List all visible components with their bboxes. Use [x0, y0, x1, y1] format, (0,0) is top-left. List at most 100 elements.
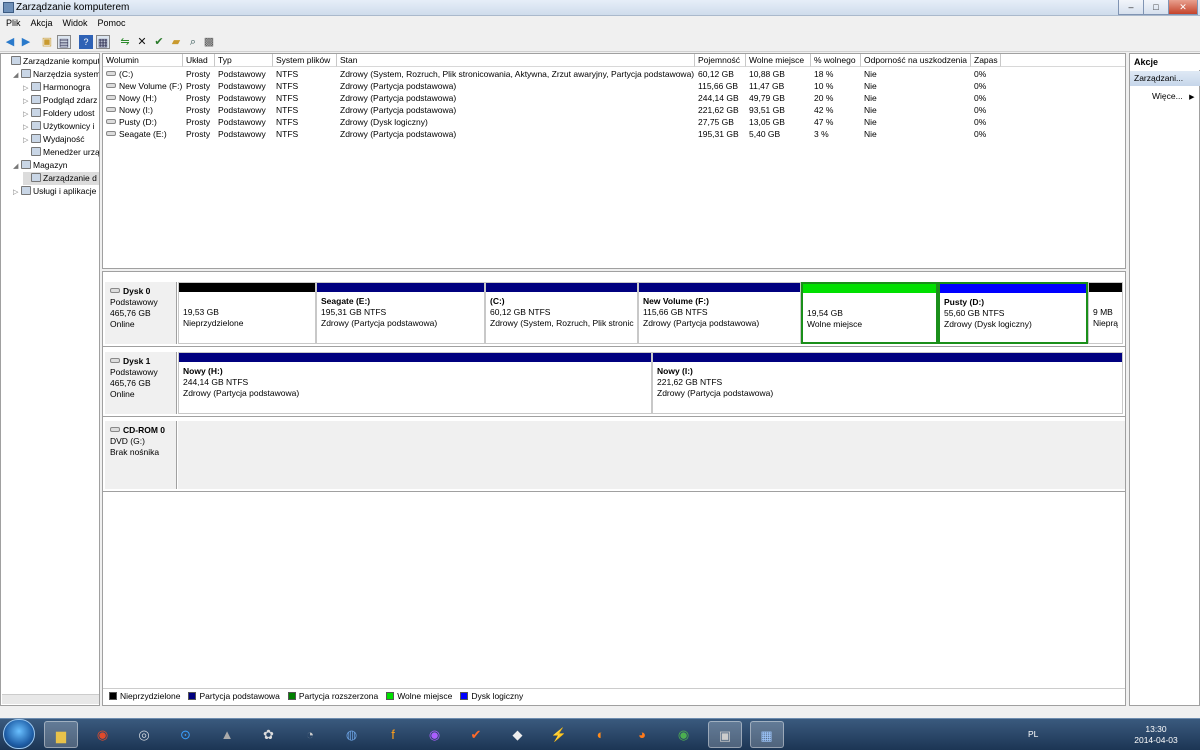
disk-label[interactable]: CD-ROM 0 DVD (G:) Brak nośnika: [105, 421, 177, 489]
tree-item[interactable]: ▷ Harmonogra: [23, 81, 99, 94]
partition[interactable]: Nowy (H:) 244,14 GB NTFS Zdrowy (Partycja …: [178, 352, 652, 414]
cd-icon[interactable]: ◉: [418, 721, 452, 748]
partition[interactable]: 19,53 GB Nieprzydzielone: [178, 282, 316, 344]
tree-horizontal-scrollbar[interactable]: [2, 694, 99, 704]
volume-name[interactable]: (C:): [103, 68, 183, 80]
partition[interactable]: (C:) 60,12 GB NTFS Zdrowy (System, Rozruch…: [485, 282, 638, 344]
partition[interactable]: 19,54 GB Wolne miejsce: [801, 282, 938, 344]
close-button[interactable]: ✕: [1168, 0, 1198, 15]
firefox-icon[interactable]: ◕: [625, 721, 659, 748]
origin-icon[interactable]: ◐: [584, 721, 618, 748]
expander-icon[interactable]: ▷: [23, 134, 31, 146]
tree-item[interactable]: ▷ Foldery udost: [23, 107, 99, 120]
opera-icon[interactable]: ◉: [86, 721, 120, 748]
column-header[interactable]: Wolumin: [103, 54, 183, 67]
partition[interactable]: Seagate (E:) 195,31 GB NTFS Zdrowy (Partyc…: [316, 282, 485, 344]
menu-pomoc[interactable]: Pomoc: [92, 16, 130, 28]
maximize-button[interactable]: □: [1143, 0, 1169, 15]
connect-icon[interactable]: ⇋: [118, 35, 132, 49]
expander-icon[interactable]: ◢: [13, 69, 21, 81]
up-folder-icon[interactable]: ▣: [40, 35, 54, 49]
tree-item[interactable]: ▷ Wydajność: [23, 133, 99, 146]
menu-akcja[interactable]: Akcja: [25, 16, 57, 28]
check-icon[interactable]: ✔: [152, 35, 166, 49]
tree-item[interactable]: Zarządzanie d: [23, 172, 99, 185]
games-icon[interactable]: ▲: [210, 721, 244, 748]
more-actions-label[interactable]: Więce...: [1152, 91, 1183, 101]
more-actions-link[interactable]: Więce... ▶: [1152, 91, 1194, 101]
expander-icon[interactable]: ▷: [23, 121, 31, 133]
menu-plik[interactable]: Plik: [0, 16, 25, 28]
tree-item[interactable]: ▷ Użytkownicy i: [23, 120, 99, 133]
fl-studio-icon[interactable]: f: [376, 721, 410, 748]
legend-item: Dysk logiczny: [458, 691, 523, 701]
winamp-icon[interactable]: ⚡: [542, 721, 576, 748]
partition[interactable]: Pusty (D:) 55,60 GB NTFS Zdrowy (Dysk logi…: [938, 282, 1088, 344]
tree-item[interactable]: ◢ Magazyn: [13, 159, 99, 172]
back-arrow-icon[interactable]: ◀: [3, 35, 17, 49]
forward-arrow-icon[interactable]: ▶: [19, 35, 33, 49]
tree-item[interactable]: ▷ Podgląd zdarz: [23, 94, 99, 107]
chrome-like-icon[interactable]: ◍: [335, 721, 369, 748]
explorer-icon[interactable]: ▆: [44, 721, 78, 748]
partition[interactable]: New Volume (F:) 115,66 GB NTFS Zdrowy (Par…: [638, 282, 801, 344]
delete-icon[interactable]: ✕: [135, 35, 149, 49]
cell-text: Prosty: [186, 129, 211, 139]
column-header[interactable]: System plików: [273, 54, 337, 67]
tree-item[interactable]: ◢ Narzędzia system: [13, 68, 99, 81]
checkmark-app-icon[interactable]: ✔: [459, 721, 493, 748]
properties-icon[interactable]: ▦: [96, 35, 110, 49]
column-header[interactable]: Zapas: [971, 54, 1001, 67]
volume-name[interactable]: Pusty (D:): [103, 116, 183, 128]
legend-item: Wolne miejsce: [384, 691, 452, 701]
clock[interactable]: 13:30 2014-04-03: [1132, 724, 1180, 746]
steam-icon[interactable]: ◎: [127, 721, 161, 748]
partition[interactable]: 9 MB Nieprą: [1088, 282, 1123, 344]
volume-name[interactable]: New Volume (F:): [103, 80, 183, 92]
menu-widok[interactable]: Widok: [57, 16, 92, 28]
column-header[interactable]: Typ: [215, 54, 273, 67]
column-header[interactable]: Układ: [183, 54, 215, 67]
messenger-icon[interactable]: ◔: [293, 721, 327, 748]
tree-item[interactable]: Menedżer urzą: [23, 146, 99, 159]
tool-icon[interactable]: ✿: [252, 721, 286, 748]
column-header[interactable]: Pojemność: [695, 54, 746, 67]
column-header[interactable]: % wolnego: [811, 54, 861, 67]
disk-label[interactable]: Dysk 1 Podstawowy 465,76 GB Online: [105, 352, 177, 414]
chrome-icon[interactable]: ◉: [667, 721, 701, 748]
volume-name[interactable]: Seagate (E:): [103, 128, 183, 140]
expander-icon[interactable]: ◢: [13, 160, 21, 172]
expander-icon[interactable]: ▷: [23, 108, 31, 120]
tree-item[interactable]: ▷ Usługi i aplikacje: [13, 185, 99, 198]
tree-item[interactable]: Zarządzanie kompute: [3, 55, 99, 68]
volume-cell: Nie: [861, 80, 971, 92]
cell-text: 11,47 GB: [749, 81, 785, 91]
open-folder-icon[interactable]: ▰: [169, 35, 183, 49]
network-icon[interactable]: ▦: [749, 721, 784, 748]
partition-size: 115,66 GB NTFS: [643, 307, 708, 317]
disk-map: Dysk 0 Podstawowy 465,76 GB Online 19,53 GB N…: [102, 271, 1126, 706]
computer-management-icon[interactable]: ▣: [708, 721, 742, 748]
expander-icon[interactable]: ▷: [23, 95, 31, 107]
start-button[interactable]: [3, 719, 35, 749]
volume-name[interactable]: Nowy (I:): [103, 104, 183, 116]
volume-cell: Podstawowy: [215, 128, 273, 140]
disk-label[interactable]: Dysk 0 Podstawowy 465,76 GB Online: [105, 282, 177, 344]
cell-text: Seagate (E:): [119, 129, 167, 139]
column-header[interactable]: Stan: [337, 54, 695, 67]
partition[interactable]: Nowy (I:) 221,62 GB NTFS Zdrowy (Partycja …: [652, 352, 1123, 414]
search-icon[interactable]: ⌕: [186, 35, 200, 49]
expander-icon[interactable]: ▷: [13, 186, 21, 198]
language-indicator[interactable]: PL: [1028, 729, 1038, 739]
fox-icon[interactable]: ◆: [501, 721, 535, 748]
column-header[interactable]: Odporność na uszkodzenia: [861, 54, 971, 67]
expander-icon[interactable]: ▷: [23, 82, 31, 94]
volume-name[interactable]: Nowy (H:): [103, 92, 183, 104]
show-tree-icon[interactable]: ▤: [57, 35, 71, 49]
column-header[interactable]: Wolne miejsce: [746, 54, 811, 67]
minimize-button[interactable]: –: [1118, 0, 1144, 15]
uplay-icon[interactable]: ⊙: [169, 721, 203, 748]
help-icon[interactable]: ?: [79, 35, 93, 49]
actions-section-disk-management[interactable]: Zarządzani...: [1130, 71, 1200, 86]
refresh-icon[interactable]: ▩: [202, 35, 216, 49]
